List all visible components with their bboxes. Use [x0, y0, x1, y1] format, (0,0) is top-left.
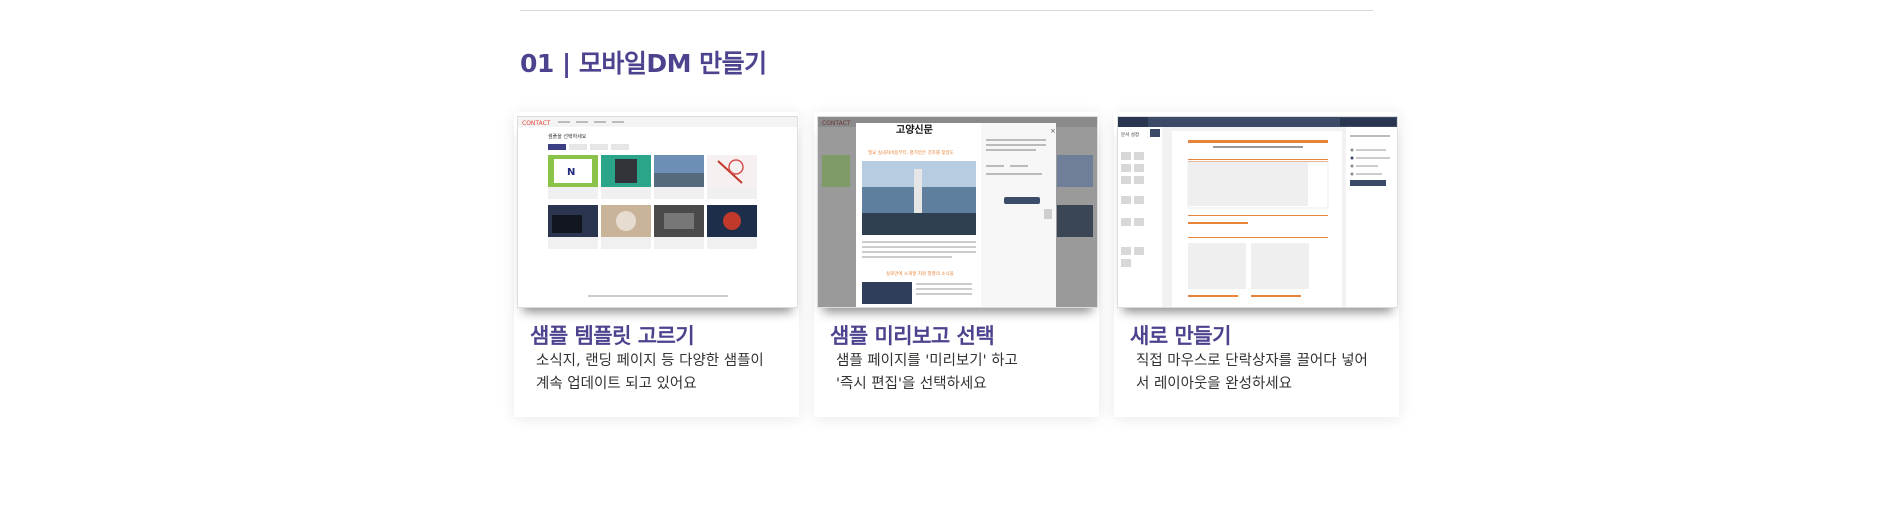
card-screenshot: CONTACT × 고양신문 필요 실내자비용부터, 평가받은 것조를 찾았도 … [817, 116, 1098, 308]
card-desc-line-2: 계속 업데이트 되고 있어요 [536, 376, 697, 392]
mock-subhead: 실로만에 소개할 지원 열풍의 소식을 [886, 270, 954, 277]
card-screenshot: 문서 설정 [1117, 116, 1398, 308]
svg-text:N: N [567, 167, 575, 178]
card-desc-line-1: 샘플 페이지를 '미리보기' 하고 [836, 353, 1018, 369]
preview-modal-screenshot: CONTACT × 고양신문 필요 실내자비용부터, 평가받은 것조를 찾았도 … [818, 117, 1097, 307]
section-title: 01 | 모바일DM 만들기 [520, 49, 767, 78]
mock-logo: CONTACT [522, 120, 551, 127]
card-create-new[interactable]: 문서 설정 새로 만들기 직접 마우스로 단락상자를 끌어다 넣어 서 레이아웃… [1114, 112, 1399, 417]
mock-headline: 필요 실내자비용부터, 평가받은 것조를 찾았도 [868, 149, 954, 156]
svg-text:×: × [1050, 127, 1056, 135]
mock-menu-label: 문서 설정 [1121, 131, 1139, 138]
card-desc-line-2: 서 레이아웃을 완성하세요 [1136, 376, 1292, 392]
card-title: 샘플 템플릿 고르기 [530, 324, 695, 348]
mock-heading: 샘플을 선택하세요 [548, 133, 587, 140]
top-divider [520, 10, 1373, 11]
card-title: 샘플 미리보고 선택 [830, 324, 995, 348]
template-gallery-screenshot: CONTACT 샘플을 선택하세요 N [518, 117, 797, 307]
card-sample-template[interactable]: CONTACT 샘플을 선택하세요 N 샘플 템플릿 고르기 소식지, 랜딩 페… [514, 112, 799, 417]
card-desc-line-1: 직접 마우스로 단락상자를 끌어다 넣어 [1136, 353, 1368, 369]
mock-logo: CONTACT [822, 120, 851, 127]
card-description: 샘플 페이지를 '미리보기' 하고 '즉시 편집'을 선택하세요 [836, 350, 1091, 396]
card-desc-line-2: '즉시 편집'을 선택하세요 [836, 376, 987, 392]
card-description: 직접 마우스로 단락상자를 끌어다 넣어 서 레이아웃을 완성하세요 [1136, 350, 1391, 396]
editor-screenshot: 문서 설정 [1118, 117, 1397, 307]
card-description: 소식지, 랜딩 페이지 등 다양한 샘플이 계속 업데이트 되고 있어요 [536, 350, 791, 396]
mock-newspaper-title: 고양신문 [896, 123, 933, 136]
card-screenshot: CONTACT 샘플을 선택하세요 N [517, 116, 798, 308]
card-title: 새로 만들기 [1130, 324, 1231, 348]
card-preview-select[interactable]: CONTACT × 고양신문 필요 실내자비용부터, 평가받은 것조를 찾았도 … [814, 112, 1099, 417]
card-desc-line-1: 소식지, 랜딩 페이지 등 다양한 샘플이 [536, 353, 764, 369]
